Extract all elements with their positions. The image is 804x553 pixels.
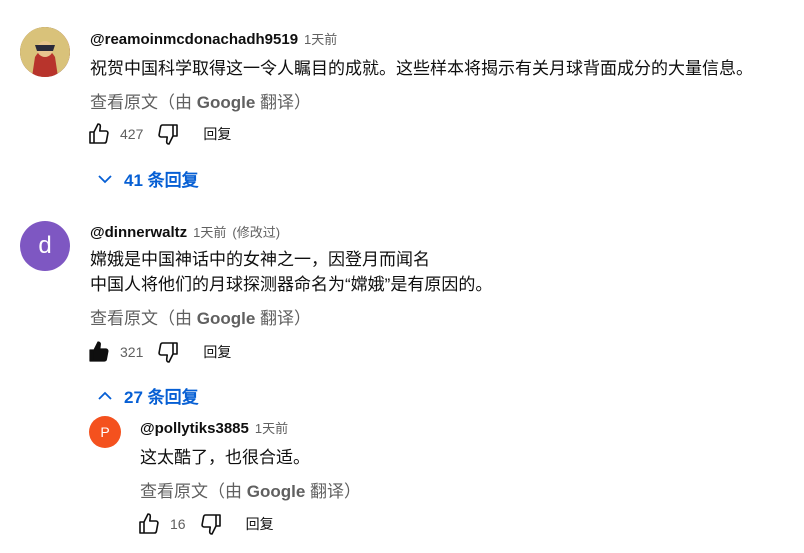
avatar-letter: d: [38, 232, 52, 259]
comment-actions: 321 回复: [86, 337, 231, 367]
avatar-image: [20, 27, 70, 77]
avatar[interactable]: d: [20, 221, 70, 271]
dislike-icon[interactable]: [155, 121, 181, 147]
translate-suffix: 翻译）: [310, 482, 362, 501]
reply-button[interactable]: 回复: [246, 514, 274, 534]
comment-text-line: 中国人将他们的月球探测器命名为“嫦娥”是有原因的。: [90, 275, 493, 294]
comment-author[interactable]: @pollytiks3885: [140, 420, 249, 437]
comment-author[interactable]: @reamoinmcdonachadh9519: [90, 31, 298, 48]
translate-prefix: 查看原文（由: [140, 482, 242, 501]
translate-brand: Google: [196, 93, 256, 112]
dislike-icon[interactable]: [155, 339, 181, 365]
comment-text-line: 这太酷了，也很合适。: [140, 448, 310, 467]
like-icon-filled[interactable]: [86, 339, 112, 365]
avatar[interactable]: P: [89, 416, 121, 448]
like-count: 427: [120, 126, 144, 142]
comment-time[interactable]: 1天前: [193, 222, 226, 241]
like-icon[interactable]: [136, 511, 162, 537]
translate-prefix: 查看原文（由: [90, 93, 192, 112]
comment-actions: 16 回复: [136, 509, 274, 539]
comment-time[interactable]: 1天前: [304, 29, 337, 48]
reply-button[interactable]: 回复: [203, 124, 231, 144]
replies-toggle[interactable]: 27 条回复: [96, 383, 199, 408]
comment-text: 这太酷了，也很合适。: [140, 445, 310, 470]
like-count: 16: [170, 516, 186, 532]
translate-suffix: 翻译）: [260, 309, 312, 328]
translate-brand: Google: [246, 482, 306, 501]
translate-suffix: 翻译）: [260, 93, 312, 112]
like-count: 321: [120, 344, 144, 360]
reply-button[interactable]: 回复: [203, 342, 231, 362]
avatar-letter: P: [100, 424, 110, 440]
translate-prefix: 查看原文（由: [90, 309, 192, 328]
see-original-link[interactable]: 查看原文（由 Google 翻译）: [140, 477, 361, 502]
see-original-link[interactable]: 查看原文（由 Google 翻译）: [90, 304, 311, 329]
replies-count-label: 41 条回复: [124, 171, 199, 190]
comment-text: 祝贺中国科学取得这一令人瞩目的成就。这些样本将揭示有关月球背面成分的大量信息。: [90, 56, 753, 81]
comment-author[interactable]: @dinnerwaltz: [90, 224, 187, 241]
translate-brand: Google: [196, 309, 256, 328]
replies-count-label: 27 条回复: [124, 388, 199, 407]
like-icon[interactable]: [86, 121, 112, 147]
edited-label: (修改过): [232, 225, 281, 240]
comment-actions: 427 回复: [86, 119, 231, 149]
replies-toggle[interactable]: 41 条回复: [96, 166, 199, 191]
chevron-down-icon: [98, 174, 112, 183]
comment-text: 嫦娥是中国神话中的女神之一，因登月而闻名 中国人将他们的月球探测器命名为“嫦娥”…: [90, 247, 492, 297]
comment-time[interactable]: 1天前: [255, 418, 288, 437]
see-original-link[interactable]: 查看原文（由 Google 翻译）: [90, 88, 311, 113]
comment-text-line: 祝贺中国科学取得这一令人瞩目的成就。这些样本将揭示有关月球背面成分的大量信息。: [90, 59, 753, 78]
avatar[interactable]: [20, 27, 70, 77]
dislike-icon[interactable]: [198, 511, 224, 537]
comment-text-line: 嫦娥是中国神话中的女神之一，因登月而闻名: [90, 250, 430, 269]
chevron-up-icon: [98, 391, 112, 400]
